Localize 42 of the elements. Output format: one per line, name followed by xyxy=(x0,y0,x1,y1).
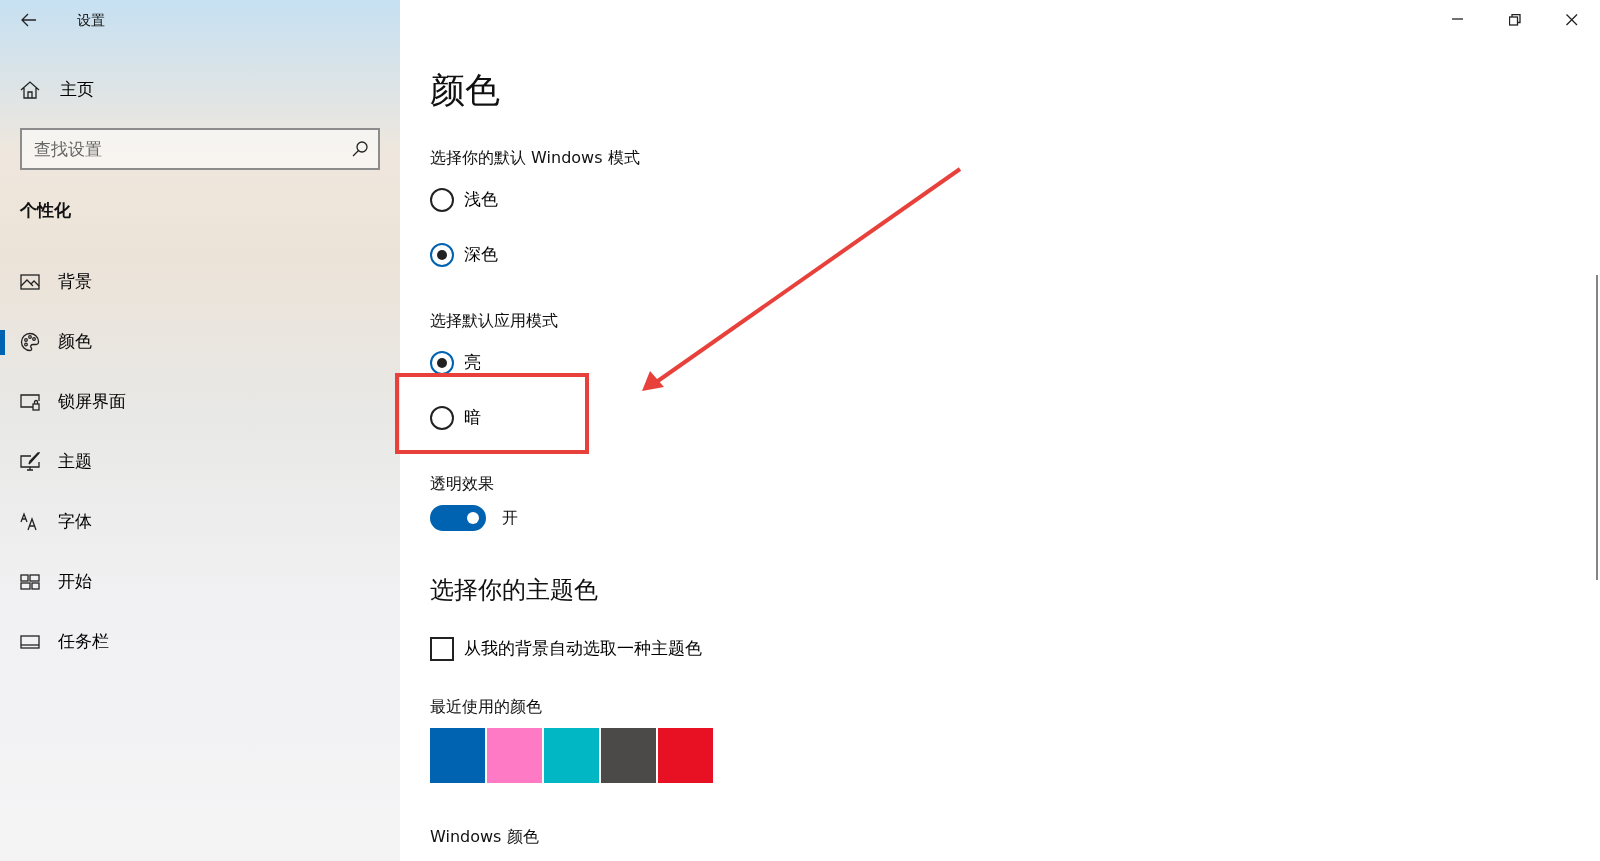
restore-icon[interactable] xyxy=(1508,14,1521,26)
sidebar-item[interactable]: 开始 xyxy=(0,552,400,612)
tiles-icon xyxy=(20,572,40,592)
back-arrow-icon xyxy=(21,13,37,27)
monitor-lock-icon xyxy=(20,392,40,412)
sidebar-item[interactable]: 字体 xyxy=(0,492,400,552)
sidebar-item[interactable]: 背景 xyxy=(0,252,400,312)
sidebar-item[interactable]: 锁屏界面 xyxy=(0,372,400,432)
font-size-icon xyxy=(20,512,40,532)
window-title: 设置 xyxy=(77,10,105,30)
color-swatch[interactable] xyxy=(601,727,656,783)
section-heading: 个性化 xyxy=(20,200,72,220)
sidebar-item[interactable]: 颜色 xyxy=(0,312,400,372)
radio-button[interactable]: 深色 xyxy=(430,227,498,282)
toggle-label: 透明效果 xyxy=(430,473,495,495)
sidebar-item[interactable]: 主题 xyxy=(0,432,400,492)
color-swatch[interactable] xyxy=(544,727,599,783)
page-title: 颜色 xyxy=(430,70,501,110)
sidebar-item[interactable]: 任务栏 xyxy=(0,612,400,672)
close-icon[interactable] xyxy=(1565,14,1578,26)
search-icon xyxy=(352,141,368,157)
palette-icon xyxy=(20,332,40,352)
toggle-state: 开 xyxy=(502,507,518,529)
section-heading: 选择你的主题色 xyxy=(430,575,599,606)
monitor-brush-icon xyxy=(20,452,40,472)
toggle-switch[interactable] xyxy=(430,505,486,531)
color-swatch[interactable] xyxy=(658,727,713,783)
group-label: 选择你的默认 Windows 模式 xyxy=(430,147,641,169)
home-link[interactable]: 主页 xyxy=(20,80,94,100)
color-swatch[interactable] xyxy=(487,727,542,783)
search-field[interactable]: 查找设置 xyxy=(20,128,380,170)
radio-button[interactable]: 暗 xyxy=(430,390,481,445)
home-icon xyxy=(20,80,40,100)
group-label: 选择默认应用模式 xyxy=(430,310,559,332)
picture-frame-icon xyxy=(20,272,40,292)
radio-button[interactable]: 浅色 xyxy=(430,172,498,227)
radio-button[interactable]: 亮 xyxy=(430,335,481,390)
color-swatch[interactable] xyxy=(430,727,485,783)
checkbox[interactable]: 从我的背景自动选取一种主题色 xyxy=(430,636,702,662)
taskbar-icon xyxy=(20,632,40,652)
group-label: Windows 颜色 xyxy=(430,825,540,848)
group-label: 最近使用的颜色 xyxy=(430,695,543,718)
